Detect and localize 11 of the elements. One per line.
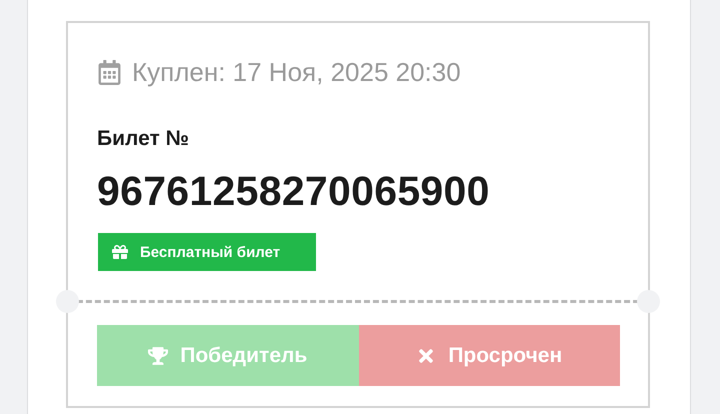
trophy-icon — [148, 346, 168, 366]
winner-button[interactable]: Победитель — [97, 325, 358, 386]
free-ticket-badge: Бесплатный билет — [98, 233, 316, 271]
gift-icon — [112, 244, 128, 260]
expired-button[interactable]: Просрочен — [358, 325, 620, 386]
purchase-date: Куплен: 17 Ноя, 2025 20:30 — [132, 56, 461, 88]
ticket-number-label: Билет № — [97, 127, 189, 151]
calendar-icon — [97, 60, 122, 84]
notch — [637, 290, 660, 313]
ticket-number: 96761258270065900 — [97, 167, 490, 216]
notch — [56, 290, 79, 313]
